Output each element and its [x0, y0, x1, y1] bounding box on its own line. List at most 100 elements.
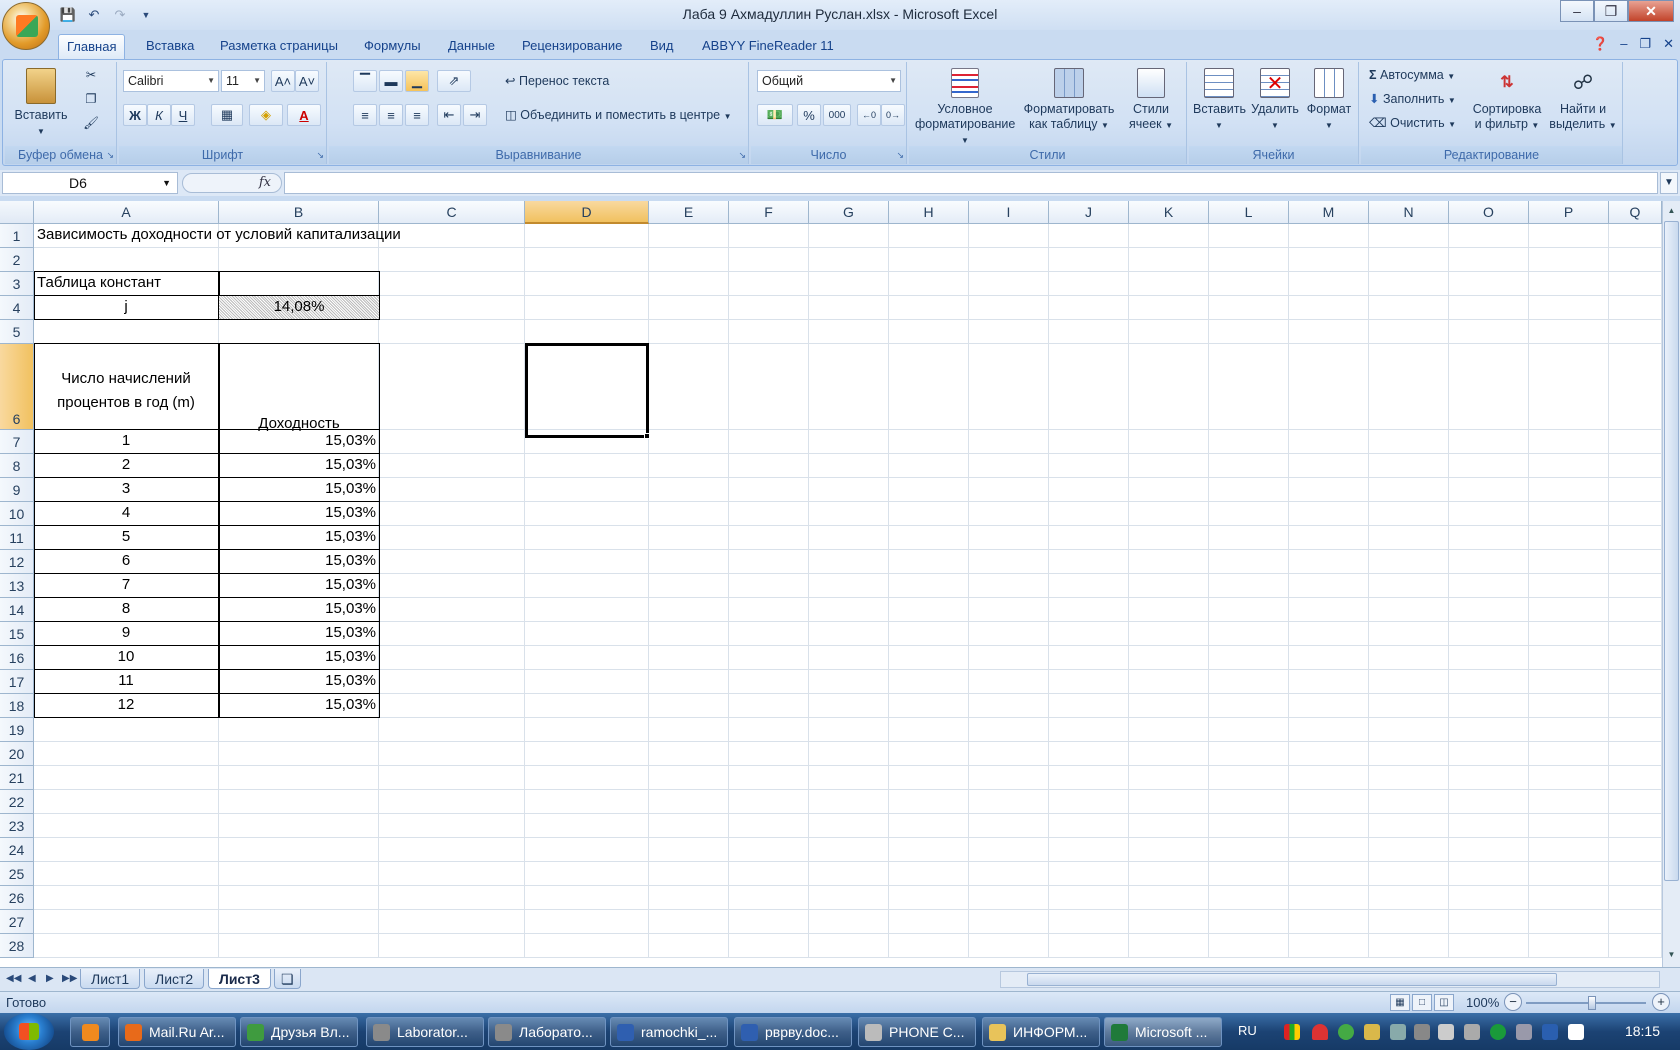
column-header-g[interactable]: G — [809, 201, 889, 224]
first-sheet-icon[interactable]: ◀◀ — [6, 973, 21, 984]
column-header-i[interactable]: I — [969, 201, 1049, 224]
alignment-launcher-icon[interactable]: ↘ — [738, 150, 746, 161]
sheet-tab-2[interactable]: Лист2 — [144, 969, 205, 989]
column-header-m[interactable]: M — [1289, 201, 1369, 224]
row-header-2[interactable]: 2 — [0, 248, 34, 272]
row-header-9[interactable]: 9 — [0, 478, 34, 502]
row-header-7[interactable]: 7 — [0, 430, 34, 454]
format-as-table-button[interactable]: Форматировать как таблицу ▼ — [1019, 68, 1119, 133]
fill-handle[interactable] — [644, 433, 650, 439]
zoom-out-icon[interactable]: − — [1504, 993, 1522, 1011]
vertical-scroll-thumb[interactable] — [1664, 221, 1679, 881]
table-cell-yield[interactable]: 15,03% — [219, 552, 376, 569]
column-header-c[interactable]: C — [379, 201, 525, 224]
align-top-icon[interactable]: ▔ — [353, 70, 377, 92]
row-header-26[interactable]: 26 — [0, 886, 34, 910]
select-all-corner[interactable] — [0, 201, 34, 224]
fill-color-icon[interactable]: ◈ — [249, 104, 283, 126]
maximize-button[interactable]: ❐ — [1594, 0, 1628, 22]
underline-button[interactable]: Ч — [171, 104, 195, 126]
table-cell-m[interactable]: 11 — [34, 672, 218, 689]
bold-button[interactable]: Ж — [123, 104, 147, 126]
row-header-19[interactable]: 19 — [0, 718, 34, 742]
orientation-icon[interactable]: ⇗ — [437, 70, 471, 92]
tab-abbyy[interactable]: ABBYY FineReader 11 — [694, 34, 842, 60]
clock[interactable]: 18:15 — [1625, 1023, 1660, 1039]
cell-a4-j[interactable]: j — [34, 298, 218, 315]
font-name-combo[interactable]: Calibri ▼ — [123, 70, 219, 92]
currency-icon[interactable]: 💵 — [757, 104, 793, 126]
table-cell-yield[interactable]: 15,03% — [219, 600, 376, 617]
table-cell-m[interactable]: 3 — [34, 480, 218, 497]
increase-indent-icon[interactable]: ⇥ — [463, 104, 487, 126]
row-header-12[interactable]: 12 — [0, 550, 34, 574]
expand-formula-bar-icon[interactable]: ▼ — [1660, 172, 1678, 194]
row-header-25[interactable]: 25 — [0, 862, 34, 886]
taskbar-item[interactable]: Друзья Вл... — [240, 1017, 358, 1047]
row-header-5[interactable]: 5 — [0, 320, 34, 344]
insert-sheet-icon[interactable]: ❏ — [274, 969, 301, 989]
taskbar-item[interactable]: рврву.doc... — [734, 1017, 852, 1047]
row-header-3[interactable]: 3 — [0, 272, 34, 296]
scroll-down-icon[interactable]: ▼ — [1664, 947, 1679, 963]
scroll-up-icon[interactable]: ▲ — [1664, 203, 1679, 219]
row-header-24[interactable]: 24 — [0, 838, 34, 862]
row-header-20[interactable]: 20 — [0, 742, 34, 766]
minimize-button[interactable]: – — [1560, 0, 1594, 22]
row-header-22[interactable]: 22 — [0, 790, 34, 814]
font-launcher-icon[interactable]: ↘ — [316, 150, 324, 161]
column-header-o[interactable]: O — [1449, 201, 1529, 224]
zoom-level[interactable]: 100% — [1466, 995, 1499, 1010]
page-break-view-icon[interactable]: ◫ — [1434, 994, 1454, 1011]
input-icon[interactable] — [1568, 1024, 1584, 1040]
horizontal-scroll-thumb[interactable] — [1027, 973, 1557, 986]
row-header-18[interactable]: 18 — [0, 694, 34, 718]
taskbar-item[interactable]: Laborator... — [366, 1017, 484, 1047]
language-indicator[interactable]: RU — [1238, 1023, 1257, 1038]
insert-function-button[interactable]: fx — [182, 173, 282, 193]
table-cell-yield[interactable]: 15,03% — [219, 696, 376, 713]
font-size-combo[interactable]: 11 ▼ — [221, 70, 265, 92]
copy-icon[interactable]: ❐ — [81, 92, 101, 107]
row-header-23[interactable]: 23 — [0, 814, 34, 838]
last-sheet-icon[interactable]: ▶▶ — [62, 973, 77, 984]
merge-center-button[interactable]: ◫ Объединить и поместить в центре ▼ — [505, 108, 732, 124]
tab-home[interactable]: Главная — [58, 34, 126, 60]
vertical-scrollbar[interactable]: ▲ ▼ — [1662, 201, 1680, 967]
tab-insert[interactable]: Вставка — [138, 34, 202, 60]
cell-a3-constants[interactable]: Таблица констант — [37, 274, 161, 291]
borders-icon[interactable]: ▦ — [211, 104, 243, 126]
tab-formulas[interactable]: Формулы — [356, 34, 429, 60]
decrease-indent-icon[interactable]: ⇤ — [437, 104, 461, 126]
align-right-icon[interactable]: ≡ — [405, 104, 429, 126]
column-header-b[interactable]: B — [219, 201, 379, 224]
grow-font-icon[interactable]: A˄ — [271, 70, 295, 92]
number-format-combo[interactable]: Общий ▼ — [757, 70, 901, 92]
cut-icon[interactable]: ✂ — [81, 68, 101, 83]
align-bottom-icon[interactable]: ▁ — [405, 70, 429, 92]
table-cell-m[interactable]: 7 — [34, 576, 218, 593]
taskbar-item[interactable]: Mail.Ru Ar... — [118, 1017, 236, 1047]
table-cell-m[interactable]: 6 — [34, 552, 218, 569]
cell-a1-title[interactable]: Зависимость доходности от условий капита… — [37, 226, 401, 243]
table-cell-yield[interactable]: 15,03% — [219, 624, 376, 641]
active-cell-d6[interactable] — [525, 343, 649, 438]
table-cell-yield[interactable]: 15,03% — [219, 576, 376, 593]
column-header-n[interactable]: N — [1369, 201, 1449, 224]
taskbar-item[interactable]: Лаборато... — [488, 1017, 606, 1047]
table-cell-m[interactable]: 9 — [34, 624, 218, 641]
row-header-21[interactable]: 21 — [0, 766, 34, 790]
page-layout-view-icon[interactable]: □ — [1412, 994, 1432, 1011]
table-cell-yield[interactable]: 15,03% — [219, 648, 376, 665]
taskbar-item[interactable]: PHONE C... — [858, 1017, 976, 1047]
decrease-decimal-icon[interactable]: 0→ — [881, 104, 905, 126]
sort-filter-button[interactable]: ⇅ Сортировка и фильтр ▼ — [1469, 68, 1545, 133]
column-header-d[interactable]: D — [525, 201, 649, 224]
doc-minimize-icon[interactable]: – — [1620, 36, 1627, 52]
close-button[interactable]: ✕ — [1628, 0, 1674, 22]
doc-restore-icon[interactable]: ❐ — [1639, 36, 1651, 52]
table-cell-m[interactable]: 1 — [34, 432, 218, 449]
bluetooth-icon[interactable] — [1542, 1024, 1558, 1040]
usb-icon[interactable] — [1364, 1024, 1380, 1040]
taskbar-item[interactable]: ИНФОРМ... — [982, 1017, 1100, 1047]
